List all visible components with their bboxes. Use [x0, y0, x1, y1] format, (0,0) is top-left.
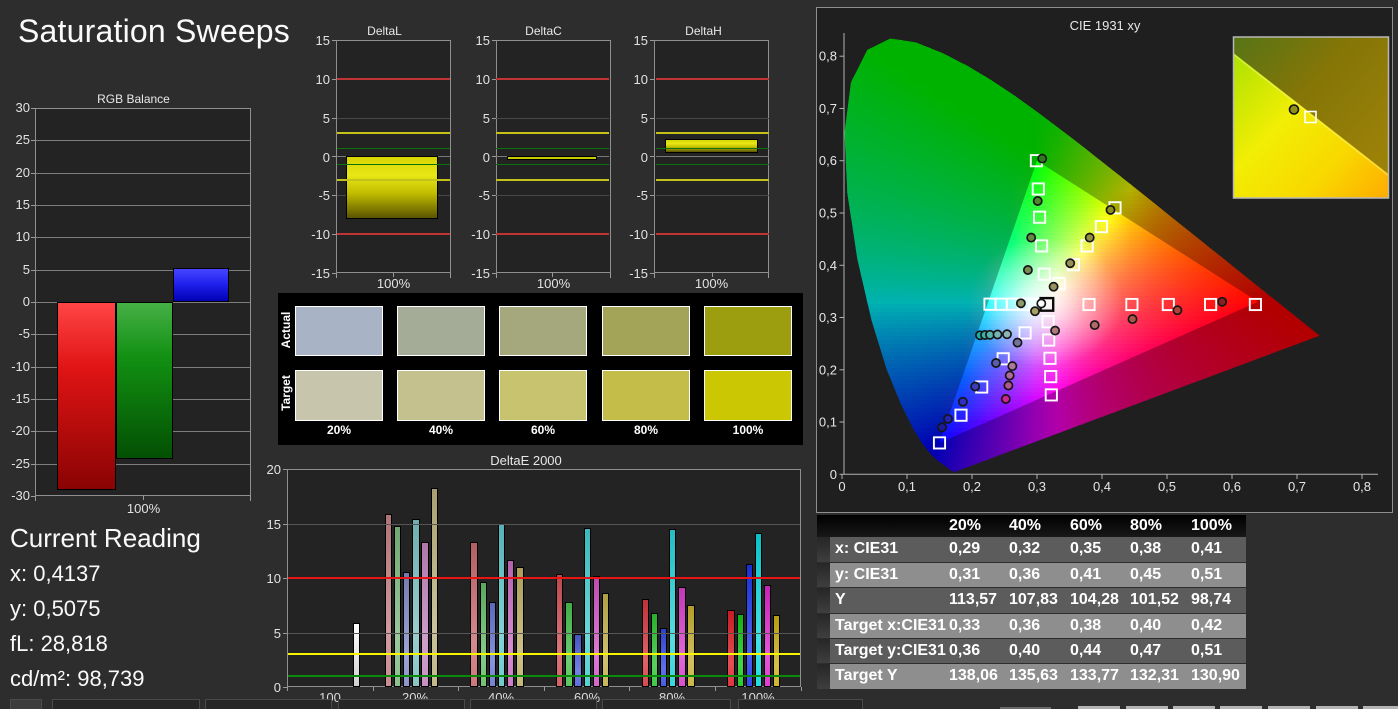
- svg-text:0,3: 0,3: [819, 310, 837, 325]
- svg-text:CIE 1931 xy: CIE 1931 xy: [1070, 18, 1141, 33]
- svg-text:0,8: 0,8: [1353, 479, 1371, 494]
- svg-text:0: 0: [838, 479, 845, 494]
- svg-text:0,6: 0,6: [819, 153, 837, 168]
- svg-text:0,2: 0,2: [963, 479, 981, 494]
- svg-text:0,4: 0,4: [1093, 479, 1111, 494]
- svg-text:0,1: 0,1: [819, 415, 837, 430]
- svg-text:0: 0: [830, 467, 837, 482]
- svg-text:0,4: 0,4: [819, 258, 837, 273]
- svg-text:0,7: 0,7: [1288, 479, 1306, 494]
- svg-text:0,7: 0,7: [819, 101, 837, 116]
- svg-text:0,5: 0,5: [819, 206, 837, 221]
- svg-text:0,1: 0,1: [898, 479, 916, 494]
- svg-text:0,5: 0,5: [1158, 479, 1176, 494]
- svg-text:0,2: 0,2: [819, 362, 837, 377]
- svg-text:0,8: 0,8: [819, 49, 837, 64]
- svg-text:0,3: 0,3: [1028, 479, 1046, 494]
- svg-text:0,6: 0,6: [1223, 479, 1241, 494]
